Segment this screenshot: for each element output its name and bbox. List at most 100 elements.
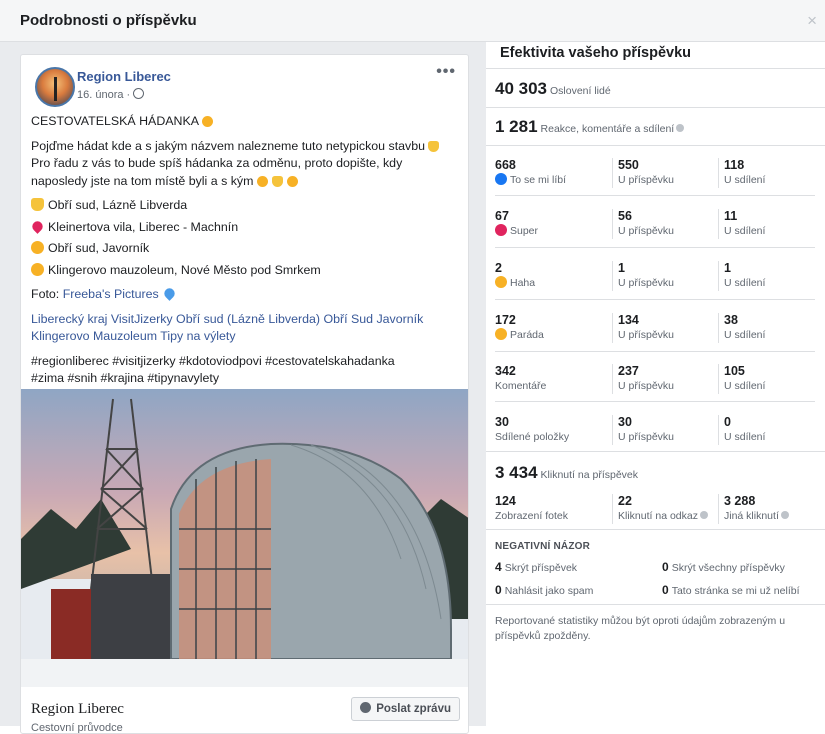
send-message-label: Poslat zprávu xyxy=(376,703,451,715)
love-reaction-icon xyxy=(495,224,507,236)
blue-heart-emoji-icon xyxy=(161,286,177,301)
hide-post-label: Skrýt příspěvek xyxy=(504,562,578,574)
on-post-label: U příspěvku xyxy=(618,380,675,392)
thumb-emoji-icon xyxy=(31,198,44,211)
shares-row: 30 Sdílené položky 30 U příspěvku 0 U sdíle… xyxy=(486,415,825,465)
haha-label: Haha xyxy=(510,277,536,289)
on-post-label: U příspěvku xyxy=(618,431,675,443)
on-shares-label: U sdílení xyxy=(724,431,766,443)
heart-emoji-icon xyxy=(30,218,45,234)
comments-total: 342 xyxy=(495,364,516,378)
love-total: 67 xyxy=(495,209,509,223)
divider xyxy=(486,145,825,146)
clicks-row: 124 Zobrazení fotek 22 Kliknutí na odkaz 3… xyxy=(486,494,825,544)
post-date[interactable]: 16. února · xyxy=(77,88,145,101)
on-shares-label: U sdílení xyxy=(724,277,766,289)
hashtags-line-1[interactable]: #regionliberec #visitjizerky #kdotoviodp… xyxy=(31,354,395,368)
clicks-value: 3 434 xyxy=(495,463,538,482)
hide-all-label: Skrýt všechny příspěvky xyxy=(671,562,785,574)
divider xyxy=(486,604,825,605)
shares-label: Sdílené položky xyxy=(495,431,570,443)
link-clicks-label: Kliknutí na odkaz xyxy=(618,510,698,522)
like-label: To se mi líbí xyxy=(510,174,567,186)
people-emoji-icon xyxy=(256,175,268,187)
like-on-shares: 118 xyxy=(724,158,745,172)
wow-reaction-icon xyxy=(495,328,507,340)
gift-emoji-icon xyxy=(286,175,298,187)
haha-reaction-icon xyxy=(495,276,507,288)
footer-page-category: Cestovní průvodce xyxy=(31,722,123,734)
divider xyxy=(486,68,825,69)
info-icon[interactable] xyxy=(780,511,789,519)
tags-line-1[interactable]: Liberecký kraj VisitJizerky Obří sud (Lá… xyxy=(31,312,423,326)
divider xyxy=(486,451,825,452)
on-post-label: U příspěvku xyxy=(618,174,675,186)
comments-on-post: 237 xyxy=(618,364,639,378)
answer-3: Obří sud, Javorník xyxy=(48,241,150,255)
post-photo[interactable] xyxy=(21,389,468,687)
page-name-link[interactable]: Region Liberec xyxy=(77,69,171,84)
wow-on-shares: 38 xyxy=(724,313,738,327)
love-label: Super xyxy=(510,225,539,237)
shares-on-post: 30 xyxy=(618,415,632,429)
divider xyxy=(486,107,825,108)
info-icon[interactable] xyxy=(676,124,685,132)
photo-credit-link[interactable]: Freeba's Pictures xyxy=(63,287,159,301)
engagement-stat: 1 281 Reakce, komentáře a sdílení xyxy=(495,117,685,137)
wow-label: Paráda xyxy=(510,329,544,341)
hide-post-value: 4 xyxy=(495,560,502,574)
reach-label: Oslovení lidé xyxy=(550,85,611,97)
unlike-page-value: 0 xyxy=(662,583,669,597)
wow-emoji-icon xyxy=(31,241,44,254)
performance-pane: Efektivita vašeho příspěvku 40 303 Oslove… xyxy=(486,42,825,726)
post-date-text: 16. února · xyxy=(77,89,131,101)
footer-page-name[interactable]: Region Liberec xyxy=(31,701,124,718)
negative-unlike-page: 0 Tato stránka se mi už nelíbí xyxy=(662,583,800,597)
wow-emoji-icon xyxy=(201,116,213,127)
person-emoji-icon xyxy=(271,175,283,187)
clicks-stat: 3 434 Kliknutí na příspěvek xyxy=(495,463,638,483)
haha-total: 2 xyxy=(495,261,502,275)
engagement-value: 1 281 xyxy=(495,117,538,136)
engagement-label: Reakce, komentáře a sdílení xyxy=(540,123,675,135)
negative-report-spam: 0 Nahlásit jako spam xyxy=(495,583,593,597)
modal-title: Podrobnosti o příspěvku xyxy=(20,12,197,29)
love-on-shares: 11 xyxy=(724,209,738,223)
messenger-icon xyxy=(360,702,372,713)
comments-row: 342 Komentáře 237 U příspěvku 105 U sdílení xyxy=(486,364,825,414)
haha-on-post: 1 xyxy=(618,261,625,275)
photo-illustration xyxy=(21,398,468,687)
wow-on-post: 134 xyxy=(618,313,639,327)
comments-label: Komentáře xyxy=(495,380,547,392)
negative-hide-all: 0 Skrýt všechny příspěvky xyxy=(662,560,785,574)
divider xyxy=(495,401,815,402)
divider xyxy=(495,299,815,300)
on-post-label: U příspěvku xyxy=(618,329,675,341)
other-clicks-value: 3 288 xyxy=(724,494,756,508)
divider xyxy=(495,195,815,196)
finger-emoji-icon xyxy=(428,140,440,152)
on-shares-label: U sdílení xyxy=(724,225,766,237)
comments-on-shares: 105 xyxy=(724,364,745,378)
love-on-post: 56 xyxy=(618,209,632,223)
globe-icon xyxy=(133,88,145,99)
report-spam-value: 0 xyxy=(495,583,502,597)
hashtags-line-2[interactable]: #zima #snih #krajina #tipynavylety xyxy=(31,371,219,385)
like-on-post: 550 xyxy=(618,158,639,172)
avatar[interactable] xyxy=(35,67,75,107)
on-post-label: U příspěvku xyxy=(618,277,675,289)
shares-total: 30 xyxy=(495,415,509,429)
more-options-button[interactable]: ••• xyxy=(436,63,456,81)
negative-hide-post: 4 Skrýt příspěvek xyxy=(495,560,577,574)
tags-line-2[interactable]: Klingerovo Mauzoleum Tipy na výlety xyxy=(31,329,236,343)
answer-1: Obří sud, Lázně Libverda xyxy=(48,198,188,212)
reaction-row-wow: 172 Paráda 134 U příspěvku 38 U sdílení xyxy=(486,313,825,363)
info-icon[interactable] xyxy=(699,511,708,519)
laugh-emoji-icon xyxy=(31,262,44,276)
report-spam-label: Nahlásit jako spam xyxy=(504,585,594,597)
answer-2: Kleinertova vila, Liberec - Machnín xyxy=(48,219,239,234)
close-icon[interactable]: × xyxy=(807,11,817,31)
send-message-button[interactable]: Poslat zprávu xyxy=(351,697,460,721)
post-text: CESTOVATELSKÁ HÁDANKA Pojďme hádat kde a… xyxy=(30,113,461,392)
on-shares-label: U sdílení xyxy=(724,380,766,392)
